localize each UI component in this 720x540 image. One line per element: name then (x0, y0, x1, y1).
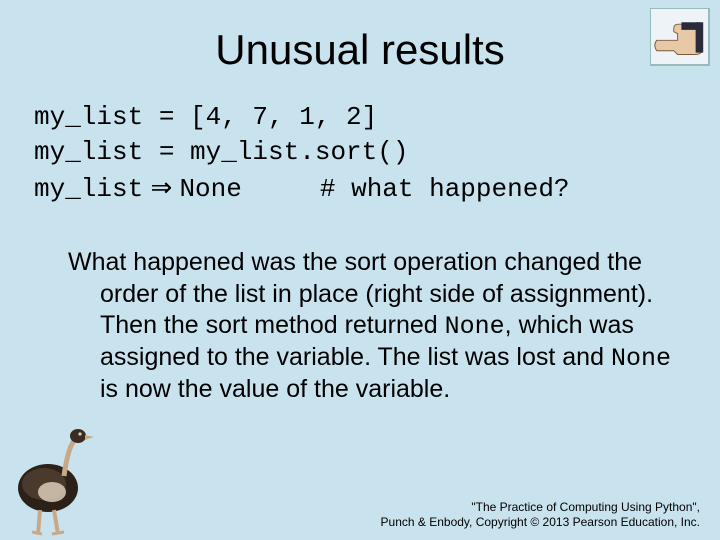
footer-line: Punch & Enbody, Copyright © 2013 Pearson… (381, 515, 700, 530)
code-block: my_list = [4, 7, 1, 2] my_list = my_list… (34, 100, 692, 207)
pointing-hand-icon (650, 8, 710, 66)
explain-text: is now the value of the variable. (100, 375, 450, 403)
arrow-icon: ⇒ (143, 172, 179, 202)
ostrich-icon (8, 426, 98, 536)
code-text: = [4, 7, 1, 2] (143, 102, 377, 132)
code-text: my_list (34, 137, 143, 167)
copyright-footer: "The Practice of Computing Using Python"… (381, 500, 700, 530)
code-text: my_list (34, 174, 143, 204)
code-comment: # what happened? (242, 174, 570, 204)
code-inline: None (611, 344, 671, 373)
footer-line: "The Practice of Computing Using Python"… (381, 500, 700, 515)
code-text: = my_list.sort() (143, 137, 408, 167)
code-text: my_list (34, 102, 143, 132)
explanation-paragraph: What happened was the sort operation cha… (68, 247, 682, 405)
code-inline: None (445, 312, 505, 341)
slide-title: Unusual results (28, 26, 692, 74)
code-text: None (179, 174, 241, 204)
slide: Unusual results my_list = [4, 7, 1, 2] m… (0, 0, 720, 540)
